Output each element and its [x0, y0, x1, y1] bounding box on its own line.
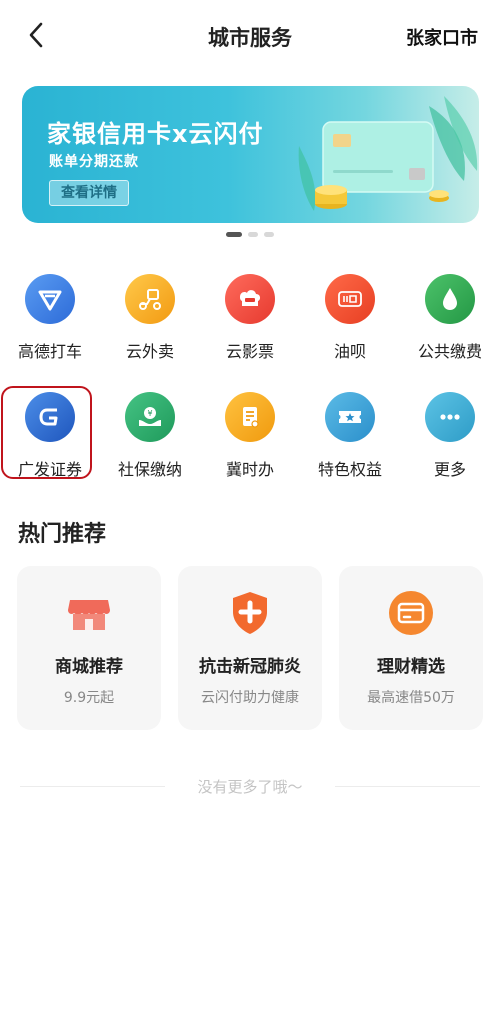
shield-cross-icon: [225, 588, 275, 638]
promo-banner[interactable]: 家银信用卡x云闪付 账单分期还款 查看详情: [22, 86, 479, 223]
service-label: 油呗: [333, 342, 366, 361]
service-gaode-taxi[interactable]: 高德打车: [0, 272, 100, 390]
service-label: 高德打车: [17, 342, 82, 361]
service-more[interactable]: 更多: [400, 390, 500, 508]
oil-icon: [325, 274, 375, 324]
recommend-cards: 商城推荐 9.9元起 抗击新冠肺炎 云闪付助力健康 理财精选 最高速借50万: [17, 566, 483, 730]
pagination-dot: [264, 232, 274, 237]
gf-securities-icon: [25, 392, 75, 442]
pagination-dot: [248, 232, 258, 237]
service-label: 特色权益: [317, 460, 382, 479]
divider-line: [335, 786, 480, 787]
pagination-dot: [226, 232, 242, 237]
credit-card-illustration: [298, 96, 478, 211]
social-security-icon: ¥: [125, 392, 175, 442]
banner-detail-button[interactable]: 查看详情: [49, 180, 129, 206]
banner-subtitle: 账单分期还款: [49, 154, 139, 170]
svg-text:¥: ¥: [147, 409, 152, 418]
service-label: 云影票: [225, 342, 274, 361]
service-takeout[interactable]: 云外卖: [100, 272, 200, 390]
card-subtitle: 最高速借50万: [367, 690, 455, 706]
banner-pagination: [0, 232, 500, 237]
service-youbei[interactable]: 油呗: [300, 272, 400, 390]
card-finance[interactable]: 理财精选 最高速借50万: [339, 566, 483, 730]
service-movie-ticket[interactable]: 云影票: [200, 272, 300, 390]
card-icon: [386, 588, 436, 638]
document-icon: [225, 392, 275, 442]
no-more-divider: 没有更多了哦～: [0, 776, 500, 796]
back-button[interactable]: [22, 20, 52, 50]
service-gf-securities[interactable]: 广发证券: [0, 390, 100, 508]
chevron-left-icon: [29, 22, 43, 48]
navigation-icon: [25, 274, 75, 324]
scooter-icon: [125, 274, 175, 324]
service-social-security[interactable]: ¥ 社保缴纳: [100, 390, 200, 508]
service-public-payment[interactable]: 公共缴费: [400, 272, 500, 390]
section-title: 热门推荐: [18, 522, 107, 547]
top-bar: 城市服务 张家口市: [0, 0, 500, 72]
ticket-icon: [225, 274, 275, 324]
banner-title: 家银信用卡x云闪付: [47, 120, 264, 148]
store-icon: [64, 588, 114, 638]
service-label: 公共缴费: [417, 342, 482, 361]
card-subtitle: 云闪付助力健康: [201, 690, 299, 706]
card-title: 抗击新冠肺炎: [199, 657, 301, 677]
service-label: 云外卖: [125, 342, 174, 361]
more-icon: [425, 392, 475, 442]
card-covid[interactable]: 抗击新冠肺炎 云闪付助力健康: [178, 566, 322, 730]
card-title: 理财精选: [377, 657, 445, 677]
service-label: 更多: [433, 460, 466, 479]
water-drop-icon: [425, 274, 475, 324]
card-subtitle: 9.9元起: [63, 690, 115, 706]
card-title: 商城推荐: [55, 657, 123, 677]
card-mall[interactable]: 商城推荐 9.9元起: [17, 566, 161, 730]
service-label: 广发证券: [17, 460, 82, 479]
service-grid: 高德打车 云外卖 云影票 油呗 公共缴费 广发证券 ¥ 社保缴纳 冀时办 特色权…: [0, 272, 500, 508]
service-jishiban[interactable]: 冀时办: [200, 390, 300, 508]
star-ticket-icon: [325, 392, 375, 442]
city-selector[interactable]: 张家口市: [406, 24, 478, 50]
service-label: 社保缴纳: [117, 460, 182, 479]
service-special-benefits[interactable]: 特色权益: [300, 390, 400, 508]
service-label: 冀时办: [225, 460, 274, 479]
